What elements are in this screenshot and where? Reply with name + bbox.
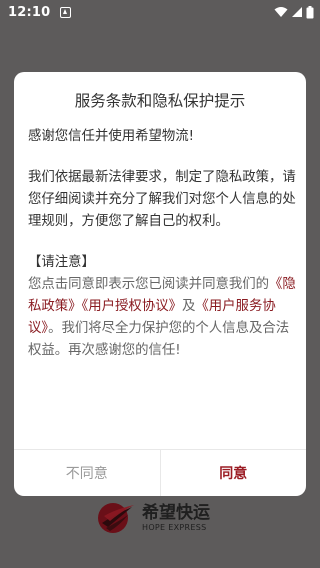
notification-a-icon [60,6,72,18]
and-text: 及 [182,299,196,314]
app-screen: 12:10 服务条款和隐私保护提示 感谢您信任并使用希望物流! 我们依据最新法律… [0,0,320,568]
notice-heading: 【请注意】 [28,255,95,270]
agree-button[interactable]: 同意 [161,450,307,496]
status-icons [274,5,314,19]
thanks-paragraph: 感谢您信任并使用希望物流! [28,129,195,144]
status-bar: 12:10 [0,0,320,24]
policy-paragraph: 我们依据最新法律要求，制定了隐私政策，请您仔细阅读并充分了解我们对您个人信息的处… [28,170,296,229]
brand-name: 希望快运 [142,503,210,523]
hope-express-logo-icon [98,503,134,533]
signal-icon [292,7,302,17]
wifi-icon [274,7,288,17]
user-authorization-link[interactable]: 《用户授权协议》 [82,299,182,314]
notice-text-start: 您点击同意即表示您已阅读并同意我们的 [28,277,270,292]
battery-icon [306,5,314,18]
notice-paragraph: 您点击同意即表示您已阅读并同意我们的《隐私政策》《用户授权协议》及《用户服务协议… [28,274,296,362]
brand-logo-area: 希望快运 HOPE EXPRESS [96,499,236,537]
disagree-button[interactable]: 不同意 [14,450,161,496]
status-time: 12:10 [8,4,51,20]
dialog-footer: 不同意 同意 [14,449,306,496]
brand-subtitle: HOPE EXPRESS [142,523,207,532]
brand-text: 希望快运 HOPE EXPRESS [142,503,210,533]
dialog-body: 感谢您信任并使用希望物流! 我们依据最新法律要求，制定了隐私政策，请您仔细阅读并… [28,126,296,362]
notice-text-end: 。我们将尽全力保护您的个人信息及合法权益。再次感谢您的信任! [28,321,290,358]
privacy-dialog: 服务条款和隐私保护提示 感谢您信任并使用希望物流! 我们依据最新法律要求，制定了… [14,72,306,496]
dialog-title: 服务条款和隐私保护提示 [74,92,246,110]
